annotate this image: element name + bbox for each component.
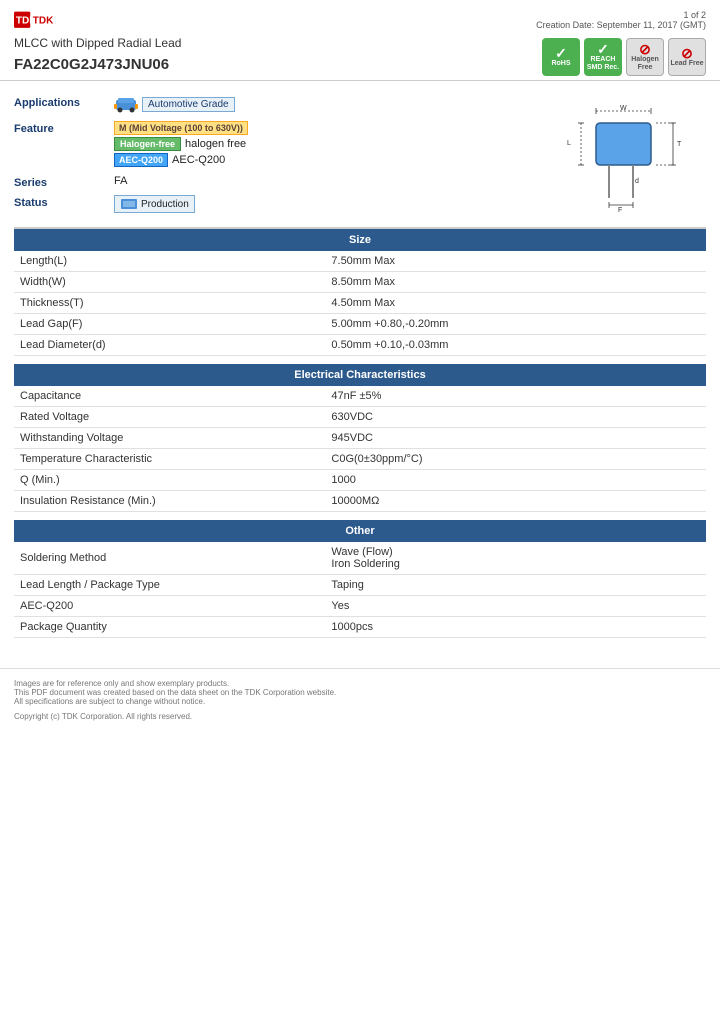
applications-label: Applications <box>14 95 114 109</box>
table-row: Lead Length / Package TypeTaping <box>14 575 706 596</box>
series-value: FA <box>114 175 546 187</box>
spec-value: 945VDC <box>325 428 706 449</box>
spec-value: Wave (Flow)Iron Soldering <box>325 542 706 575</box>
reach-badge: ✓ REACH SMD Rec. <box>584 38 622 76</box>
applications-row: Applications Automotive Grade <box>14 95 546 115</box>
spec-value: 4.50mm Max <box>325 293 706 314</box>
table-row: Package Quantity1000pcs <box>14 617 706 638</box>
spec-label: Insulation Resistance (Min.) <box>14 491 325 512</box>
table-row: Withstanding Voltage945VDC <box>14 428 706 449</box>
spec-label: AEC-Q200 <box>14 596 325 617</box>
other-table: Soldering MethodWave (Flow)Iron Solderin… <box>14 542 706 638</box>
table-row: Rated Voltage630VDC <box>14 407 706 428</box>
spec-label: Lead Gap(F) <box>14 314 325 335</box>
size-table: Length(L)7.50mm MaxWidth(W)8.50mm MaxThi… <box>14 251 706 356</box>
spec-value: 630VDC <box>325 407 706 428</box>
table-row: Soldering MethodWave (Flow)Iron Solderin… <box>14 542 706 575</box>
table-row: Width(W)8.50mm Max <box>14 272 706 293</box>
spec-label: Soldering Method <box>14 542 325 575</box>
header-left: TDK TDK MLCC with Dipped Radial Lead FA2… <box>14 10 181 73</box>
production-icon <box>120 197 138 211</box>
spec-label: Lead Diameter(d) <box>14 335 325 356</box>
spec-label: Package Quantity <box>14 617 325 638</box>
component-diagram: L W F d T <box>546 95 706 221</box>
feature-hf-text: halogen free <box>185 138 246 150</box>
spec-value: 1000pcs <box>325 617 706 638</box>
spec-value: Yes <box>325 596 706 617</box>
feature-aec-text: AEC-Q200 <box>172 154 225 166</box>
header-right: 1 of 2 Creation Date: September 11, 2017… <box>536 10 706 76</box>
halogen-free-badge: ⊘ Halogen Free <box>626 38 664 76</box>
svg-text:T: T <box>677 141 682 148</box>
table-row: Q (Min.)1000 <box>14 470 706 491</box>
spec-label: Q (Min.) <box>14 470 325 491</box>
svg-text:W: W <box>620 105 627 112</box>
spec-value: Taping <box>325 575 706 596</box>
series-label: Series <box>14 175 114 189</box>
spec-label: Rated Voltage <box>14 407 325 428</box>
feature-halogen-tag: Halogen-free <box>114 137 181 151</box>
status-value: Production <box>114 195 546 215</box>
spec-label: Capacitance <box>14 386 325 407</box>
table-row: Insulation Resistance (Min.)10000MΩ <box>14 491 706 512</box>
spec-value: 5.00mm +0.80,-0.20mm <box>325 314 706 335</box>
electrical-section-header: Electrical Characteristics <box>14 364 706 386</box>
spec-label: Length(L) <box>14 251 325 272</box>
part-number: FA22C0G2J473JNU06 <box>14 56 181 73</box>
feature-label: Feature <box>14 121 114 135</box>
attributes-section: Applications Automotive Grade <box>14 89 706 229</box>
feature-aec-tag: AEC-Q200 <box>114 153 168 167</box>
spec-value: 47nF ±5% <box>325 386 706 407</box>
table-row: AEC-Q200Yes <box>14 596 706 617</box>
svg-text:TDK: TDK <box>33 16 54 27</box>
table-row: Temperature CharacteristicC0G(0±30ppm/°C… <box>14 449 706 470</box>
feature-mv-tag: M (Mid Voltage (100 to 630V)) <box>114 121 248 135</box>
spec-label: Temperature Characteristic <box>14 449 325 470</box>
footer-notes-text: Images are for reference only and show e… <box>14 679 706 706</box>
main-content: Applications Automotive Grade <box>0 81 720 648</box>
status-badge: Production <box>114 195 195 213</box>
table-row: Lead Gap(F)5.00mm +0.80,-0.20mm <box>14 314 706 335</box>
electrical-table: Capacitance47nF ±5%Rated Voltage630VDCWi… <box>14 386 706 512</box>
spec-label: Width(W) <box>14 272 325 293</box>
spec-label: Lead Length / Package Type <box>14 575 325 596</box>
spec-value: 10000MΩ <box>325 491 706 512</box>
series-row: Series FA <box>14 175 546 189</box>
spec-label: Thickness(T) <box>14 293 325 314</box>
product-type: MLCC with Dipped Radial Lead <box>14 36 181 50</box>
page-info: 1 of 2 Creation Date: September 11, 2017… <box>536 10 706 30</box>
spec-value: 8.50mm Max <box>325 272 706 293</box>
footer-copyright: Copyright (c) TDK Corporation. All right… <box>14 712 706 721</box>
spec-value: C0G(0±30ppm/°C) <box>325 449 706 470</box>
applications-tag: Automotive Grade <box>142 97 235 112</box>
component-diagram-svg: L W F d T <box>561 103 691 213</box>
attributes-left: Applications Automotive Grade <box>14 95 546 221</box>
page-header: TDK TDK MLCC with Dipped Radial Lead FA2… <box>0 0 720 81</box>
compliance-badges: ✓ RoHS ✓ REACH SMD Rec. ⊘ Halogen Free ⊘… <box>542 38 706 76</box>
tdk-logo: TDK TDK <box>14 10 181 32</box>
table-row: Thickness(T)4.50mm Max <box>14 293 706 314</box>
status-label: Status <box>14 195 114 209</box>
svg-text:d: d <box>635 178 639 185</box>
lead-free-badge: ⊘ Lead Free <box>668 38 706 76</box>
status-row: Status Production <box>14 195 546 215</box>
footer: Images are for reference only and show e… <box>0 668 720 731</box>
other-section-header: Other <box>14 520 706 542</box>
tdk-logo-svg: TDK TDK <box>14 10 64 32</box>
spec-value: 1000 <box>325 470 706 491</box>
spec-value: 7.50mm Max <box>325 251 706 272</box>
applications-value: Automotive Grade <box>114 95 546 115</box>
table-row: Lead Diameter(d)0.50mm +0.10,-0.03mm <box>14 335 706 356</box>
feature-value: M (Mid Voltage (100 to 630V)) Halogen-fr… <box>114 121 546 169</box>
svg-text:F: F <box>618 207 622 213</box>
svg-text:L: L <box>567 140 571 147</box>
table-row: Capacitance47nF ±5% <box>14 386 706 407</box>
spec-label: Withstanding Voltage <box>14 428 325 449</box>
automotive-icon <box>114 95 138 113</box>
spec-value: 0.50mm +0.10,-0.03mm <box>325 335 706 356</box>
feature-row: Feature M (Mid Voltage (100 to 630V)) Ha… <box>14 121 546 169</box>
rohs-badge: ✓ RoHS <box>542 38 580 76</box>
size-section-header: Size <box>14 229 706 251</box>
table-row: Length(L)7.50mm Max <box>14 251 706 272</box>
